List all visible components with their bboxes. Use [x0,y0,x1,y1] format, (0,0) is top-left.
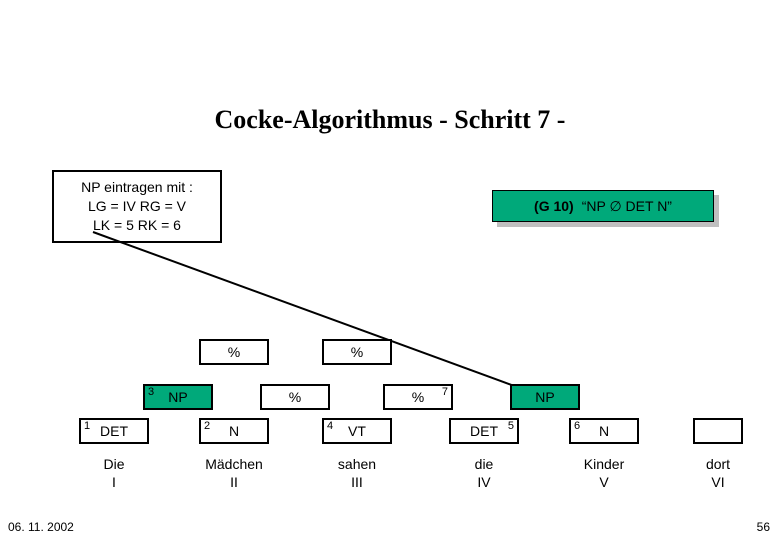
cell-1-n2-label: N [599,424,609,438]
cell-4-3: % [199,339,269,365]
cell-3-sup: 3 [148,387,154,398]
roman-3: III [322,474,392,490]
cell-1-s1: 1 [84,421,90,432]
info-box: NP eintragen mit : LG = IV RG = V LK = 5… [52,170,222,243]
cell-3-5: % 7 [383,384,453,410]
roman-1: I [79,474,149,490]
roman-2: II [199,474,269,490]
cell-1-det1-label: DET [100,424,128,438]
word-5: Kinder [569,456,639,472]
roman-6: VI [688,474,748,490]
info-line-3: LK = 5 RK = 6 [62,216,212,235]
roman-4: IV [449,474,519,490]
cell-1-det1: 1 DET [79,418,149,444]
slide-title: Cocke-Algorithmus - Schritt 7 - [0,105,780,135]
cell-3-np1: 3 NP [143,384,213,410]
cell-1-det2-label: DET [470,424,498,438]
cell-1-empty [693,418,743,444]
word-4: die [449,456,519,472]
word-2: Mädchen [184,456,284,472]
cell-1-det2: 5 DET [449,418,519,444]
cell-1-vt-label: VT [348,424,366,438]
rule-id: (G 10) [534,198,574,214]
slide: Cocke-Algorithmus - Schritt 7 - NP eintr… [0,0,780,540]
grammar-rule-box: (G 10) “NP ∅ DET N” [492,190,714,222]
rule-front: (G 10) “NP ∅ DET N” [492,190,714,222]
word-3: sahen [322,456,392,472]
roman-5: V [569,474,639,490]
footer-page: 56 [757,520,770,534]
cell-1-s2: 2 [204,421,210,432]
word-1: Die [79,456,149,472]
cell-1-n1: 2 N [199,418,269,444]
cell-4-4: % [322,339,392,365]
info-line-1: NP eintragen mit : [62,178,212,197]
cell-1-vt: 4 VT [322,418,392,444]
footer-date: 06. 11. 2002 [8,520,74,534]
cell-1-n2: 6 N [569,418,639,444]
info-line-2: LG = IV RG = V [62,197,212,216]
cell-3-np2: NP [510,384,580,410]
cell-3-3: % [260,384,330,410]
cell-3-np1-label: NP [168,390,187,404]
cell-3-sup7: 7 [442,387,448,398]
cell-1-s6: 6 [574,421,580,432]
rule-text: “NP ∅ DET N” [582,198,672,215]
cell-1-s4: 4 [327,421,333,432]
word-6: dort [688,456,748,472]
cell-1-s5: 5 [508,421,514,432]
cell-1-n1-label: N [229,424,239,438]
